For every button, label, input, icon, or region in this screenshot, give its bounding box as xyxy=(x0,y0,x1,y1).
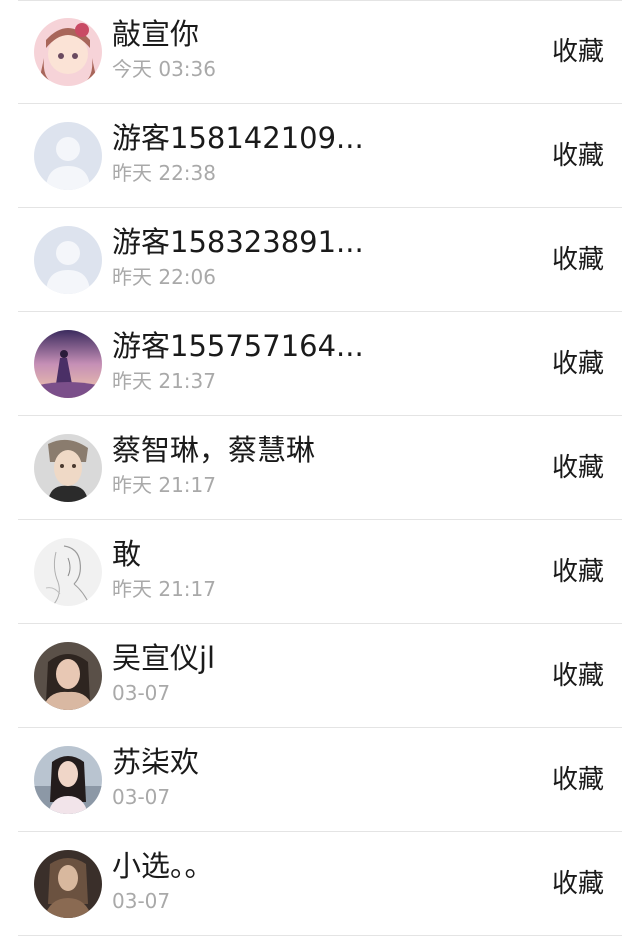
visit-time: 昨天 22:06 xyxy=(112,265,216,289)
list-item[interactable]: 游客158323891... 昨天 22:06 收藏 xyxy=(0,208,640,312)
visitor-name: 蔡智琳，蔡慧琳 xyxy=(112,433,316,467)
default-user-avatar-icon[interactable] xyxy=(34,122,102,190)
collect-button[interactable]: 收藏 xyxy=(552,553,604,591)
visit-time: 今天 03:36 xyxy=(112,57,216,81)
visitor-name: 敢 xyxy=(112,537,142,571)
list-item[interactable]: 蔡智琳，蔡慧琳 昨天 21:17 收藏 xyxy=(0,416,640,520)
collect-button[interactable]: 收藏 xyxy=(552,137,604,175)
visitor-name: 苏柒欢 xyxy=(112,745,200,779)
list-item[interactable]: 游客158142109... 昨天 22:38 收藏 xyxy=(0,104,640,208)
list-item[interactable]: 敲宣你 今天 03:36 收藏 xyxy=(0,0,640,104)
collect-button[interactable]: 收藏 xyxy=(552,865,604,903)
collect-button[interactable]: 收藏 xyxy=(552,449,604,487)
visit-time: 03-07 xyxy=(112,889,171,913)
visitor-name: 小选。。 xyxy=(112,849,214,883)
collect-button[interactable]: 收藏 xyxy=(552,33,604,71)
default-user-avatar-icon[interactable] xyxy=(34,226,102,294)
list-item[interactable]: 游客155757164... 昨天 21:37 收藏 xyxy=(0,312,640,416)
male-portrait-avatar-icon[interactable] xyxy=(34,434,102,502)
visitor-name: 吴宣仪jl xyxy=(112,641,216,675)
list-item[interactable]: 敢 昨天 21:17 收藏 xyxy=(0,520,640,624)
collect-button[interactable]: 收藏 xyxy=(552,761,604,799)
list-item[interactable]: 吴宣仪jl 03-07 收藏 xyxy=(0,624,640,728)
visitor-list: 敲宣你 今天 03:36 收藏 游客158142109... 昨天 22:38 … xyxy=(0,0,640,938)
visit-time: 03-07 xyxy=(112,681,171,705)
visit-time: 03-07 xyxy=(112,785,171,809)
purple-sky-girl-avatar-icon[interactable] xyxy=(34,330,102,398)
visit-time: 昨天 21:17 xyxy=(112,473,216,497)
list-item[interactable]: 小选。。 03-07 收藏 xyxy=(0,832,640,936)
visit-time: 昨天 21:37 xyxy=(112,369,216,393)
girl-photo-avatar-icon[interactable] xyxy=(34,746,102,814)
visitor-name: 游客158142109... xyxy=(112,121,364,155)
sketch-drawing-avatar-icon[interactable] xyxy=(34,538,102,606)
list-item[interactable]: 苏柒欢 03-07 收藏 xyxy=(0,728,640,832)
collect-button[interactable]: 收藏 xyxy=(552,241,604,279)
dark-photo-avatar-icon[interactable] xyxy=(34,850,102,918)
visit-time: 昨天 21:17 xyxy=(112,577,216,601)
visitor-name: 敲宣你 xyxy=(112,17,200,51)
woman-photo-avatar-icon[interactable] xyxy=(34,642,102,710)
anime-girl-avatar-icon[interactable] xyxy=(34,18,102,86)
visit-time: 昨天 22:38 xyxy=(112,161,216,185)
divider xyxy=(18,935,622,936)
visitor-name: 游客155757164... xyxy=(112,329,364,363)
collect-button[interactable]: 收藏 xyxy=(552,345,604,383)
collect-button[interactable]: 收藏 xyxy=(552,657,604,695)
visitor-name: 游客158323891... xyxy=(112,225,364,259)
